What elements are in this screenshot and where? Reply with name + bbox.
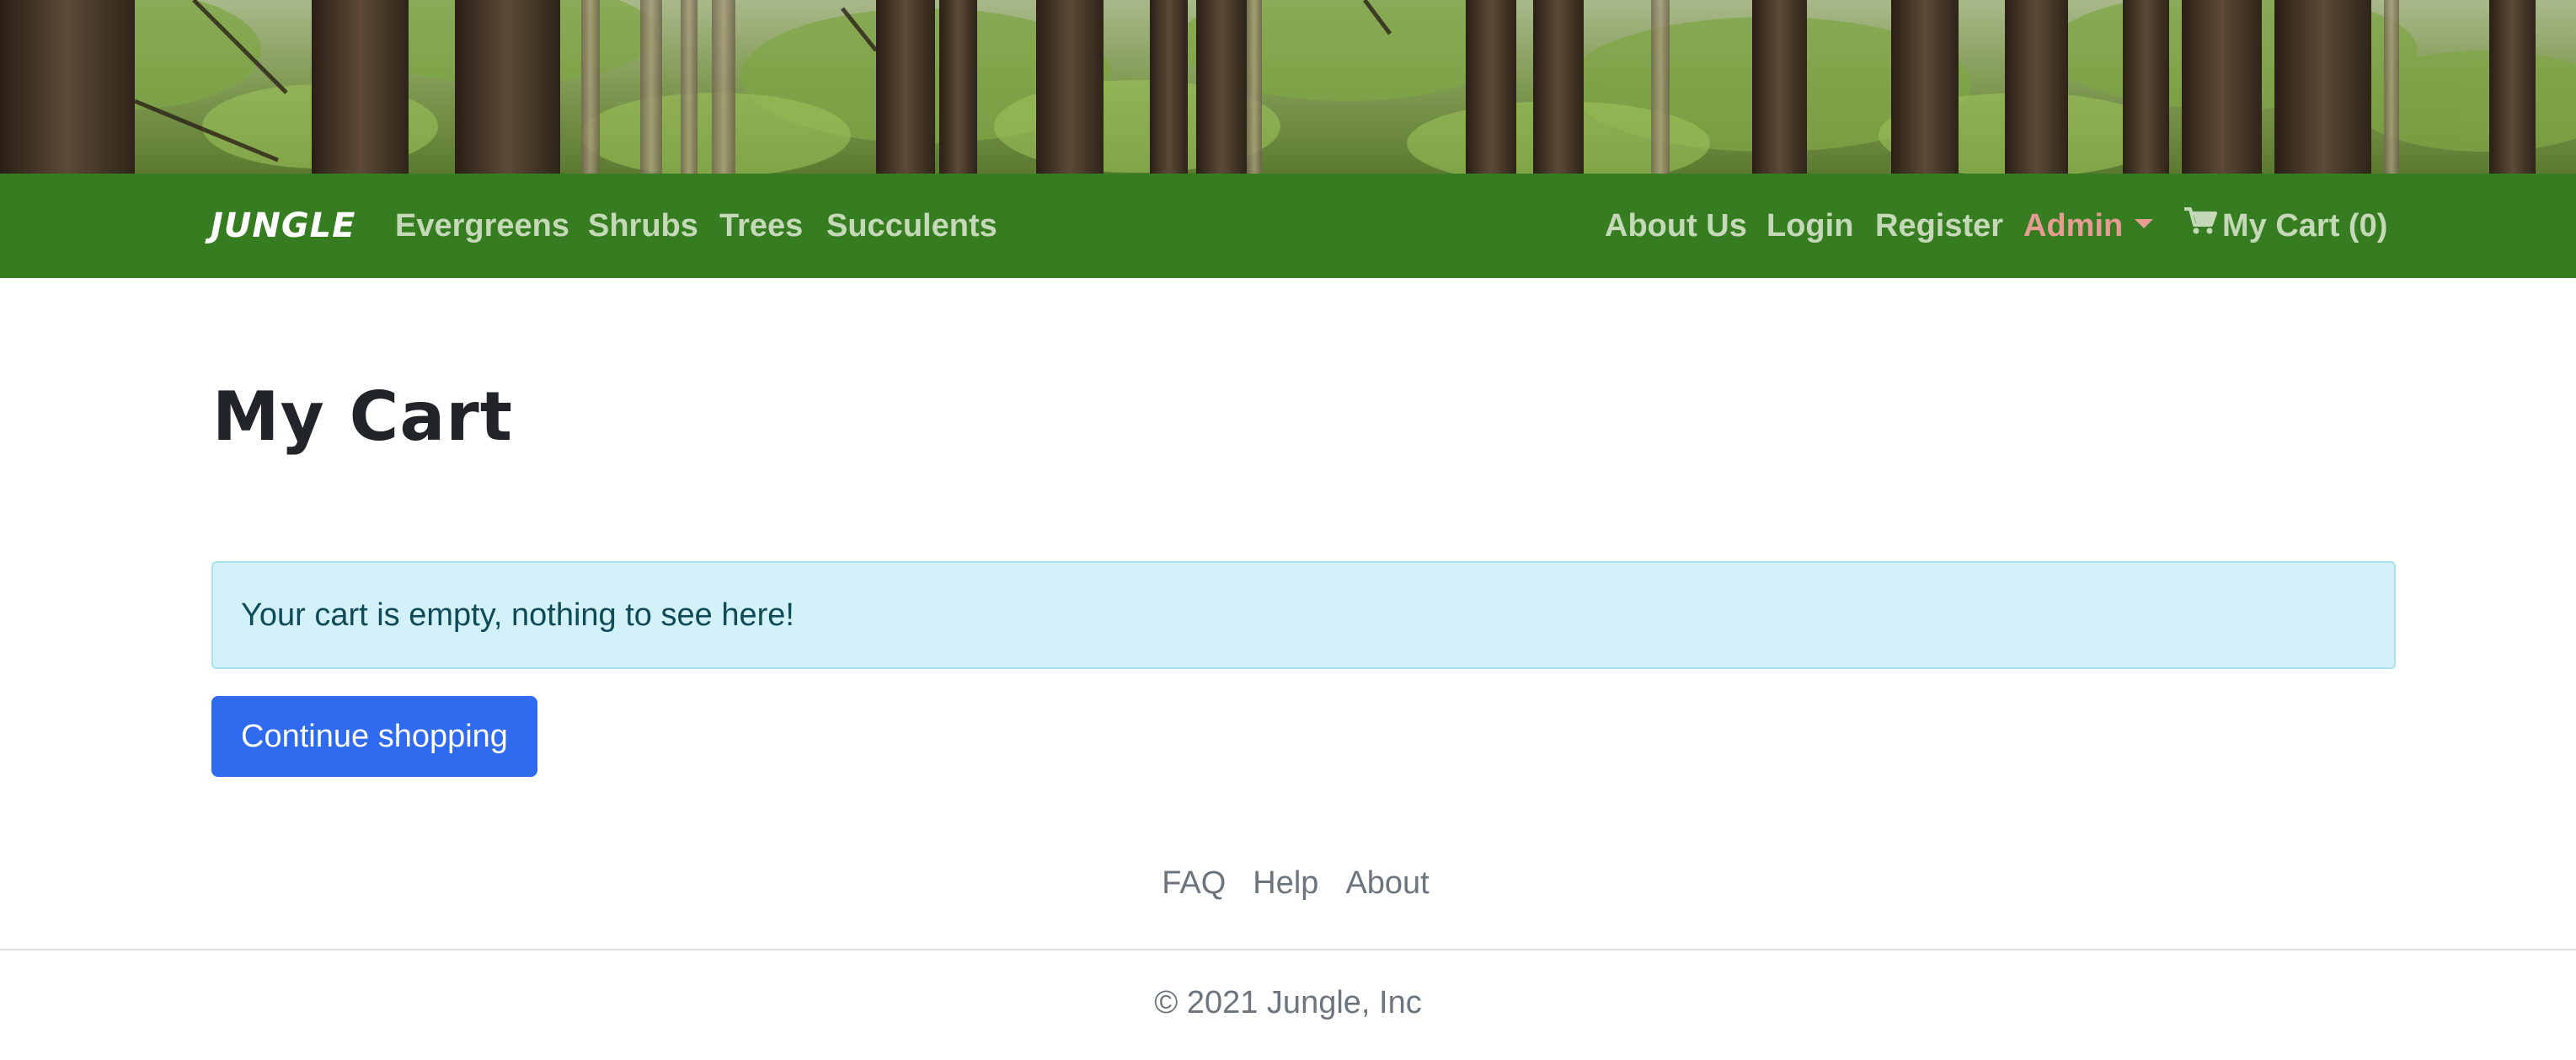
empty-cart-alert: Your cart is empty, nothing to see here!	[211, 561, 2396, 669]
shopping-cart-icon	[2183, 200, 2217, 250]
nav-link-about-us[interactable]: About Us	[1605, 201, 1747, 251]
brand-logo-link[interactable]: JUNGLE	[211, 204, 355, 248]
forest-banner-image	[0, 0, 2576, 174]
nav-link-register[interactable]: Register	[1875, 201, 2003, 251]
cart-count-label: My Cart (0)	[2222, 208, 2388, 244]
footer-link-faq[interactable]: FAQ	[1162, 859, 1226, 907]
footer-links: FAQ Help About	[0, 859, 2576, 907]
nav-link-evergreens[interactable]: Evergreens	[395, 201, 569, 251]
nav-link-shrubs[interactable]: Shrubs	[588, 201, 698, 251]
admin-dropdown-toggle[interactable]: Admin	[2023, 201, 2154, 251]
continue-shopping-button[interactable]: Continue shopping	[211, 696, 537, 777]
footer-link-about[interactable]: About	[1345, 859, 1429, 907]
footer-divider	[0, 949, 2576, 950]
nav-link-trees[interactable]: Trees	[719, 201, 803, 251]
page-title: My Cart	[212, 377, 513, 456]
empty-cart-message: Your cart is empty, nothing to see here!	[241, 597, 794, 633]
nav-link-login[interactable]: Login	[1766, 201, 1853, 251]
nav-link-my-cart[interactable]: My Cart (0)	[2183, 201, 2387, 253]
admin-dropdown-label: Admin	[2023, 208, 2124, 244]
copyright-text: © 2021 Jungle, Inc	[1154, 985, 1422, 1020]
main-navbar: JUNGLE Evergreens Shrubs Trees Succulent…	[0, 174, 2576, 278]
footer-link-help[interactable]: Help	[1253, 859, 1318, 907]
nav-link-succulents[interactable]: Succulents	[826, 201, 997, 251]
caret-down-icon	[2135, 219, 2154, 229]
forest-banner-art	[0, 0, 2576, 174]
